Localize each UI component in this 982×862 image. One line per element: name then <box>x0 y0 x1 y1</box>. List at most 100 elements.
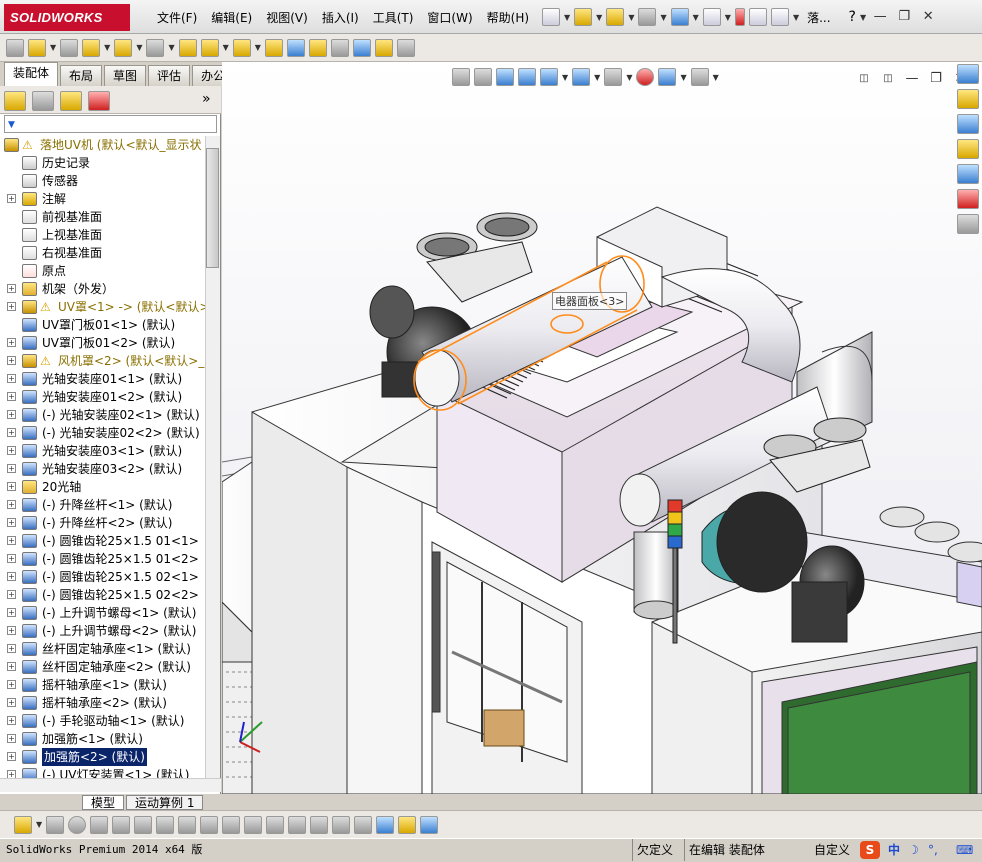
ime-punct-icon[interactable]: °, <box>928 839 938 861</box>
expand-toggle-icon[interactable]: + <box>7 302 16 311</box>
display-manager-tab-icon[interactable] <box>88 91 110 111</box>
trim-icon[interactable] <box>134 815 153 834</box>
chamfer-icon[interactable] <box>200 815 219 834</box>
linear-pattern-icon[interactable] <box>82 38 101 57</box>
solidworks-resources-icon[interactable] <box>957 64 979 84</box>
close-button[interactable]: ✕ <box>918 8 938 26</box>
tab-evaluate[interactable]: 评估 <box>148 65 191 86</box>
clearance-verification-icon[interactable] <box>374 38 393 57</box>
tree-item[interactable]: 历史记录 <box>0 154 205 172</box>
ime-language[interactable]: 中 <box>888 839 900 861</box>
insert-component-icon[interactable] <box>6 38 24 57</box>
expand-toggle-icon[interactable]: + <box>7 500 16 509</box>
file-explorer-icon[interactable] <box>957 139 979 159</box>
expand-toggle-icon[interactable]: + <box>7 446 16 455</box>
traffic-light-icon[interactable] <box>734 8 745 26</box>
restore-button[interactable]: ❐ <box>894 8 914 26</box>
print-icon[interactable] <box>638 8 657 26</box>
expand-toggle-icon[interactable]: + <box>7 608 16 617</box>
tree-item[interactable]: + 光轴安装座03<1> (默认) <box>0 442 205 460</box>
tree-item[interactable]: + 丝杆固定轴承座<2> (默认) <box>0 658 205 676</box>
dimension-icon[interactable] <box>288 815 307 834</box>
tree-item[interactable]: + 光轴安装座01<2> (默认) <box>0 388 205 406</box>
expand-toggle-icon[interactable]: + <box>7 752 16 761</box>
tree-item[interactable]: 前视基准面 <box>0 208 205 226</box>
relations-icon[interactable] <box>310 815 329 834</box>
expand-toggle-icon[interactable]: + <box>7 770 16 778</box>
expand-toggle-icon[interactable]: + <box>7 662 16 671</box>
expand-toggle-icon[interactable]: + <box>7 680 16 689</box>
box-icon[interactable] <box>354 815 373 834</box>
tab-model[interactable]: 模型 <box>82 794 125 810</box>
shaded-cube-icon[interactable] <box>376 815 395 834</box>
tree-item[interactable]: + 注解 <box>0 190 205 208</box>
tree-item[interactable]: + (-) 圆锥齿轮25×1.5 02<1> <box>0 568 205 586</box>
custom-properties-icon[interactable] <box>957 214 979 234</box>
appearances-icon[interactable] <box>957 189 979 209</box>
tree-item[interactable]: + 丝杆固定轴承座<1> (默认) <box>0 640 205 658</box>
tree-item[interactable]: + 摇杆轴承座<2> (默认) <box>0 694 205 712</box>
expand-toggle-icon[interactable] <box>7 230 16 239</box>
minimize-button[interactable]: — <box>870 8 890 26</box>
expand-toggle-icon[interactable]: + <box>7 572 16 581</box>
tree-item[interactable]: + (-) UV灯安装置<1> (默认) <box>0 766 205 778</box>
rebuild-warning-icon[interactable] <box>606 8 625 26</box>
tree-item[interactable]: + (-) 圆锥齿轮25×1.5 01<1> <box>0 532 205 550</box>
expand-toggle-icon[interactable]: + <box>7 284 16 293</box>
angle-icon[interactable] <box>156 815 175 834</box>
reference-geometry-icon[interactable] <box>232 38 251 57</box>
tree-item[interactable]: + (-) 光轴安装座02<2> (默认) <box>0 424 205 442</box>
property-manager-tab-icon[interactable] <box>32 91 54 111</box>
expand-toggle-icon[interactable]: + <box>7 518 16 527</box>
expand-toggle-icon[interactable]: + <box>7 374 16 383</box>
expand-toggle-icon[interactable]: + <box>7 590 16 599</box>
keyboard-icon[interactable]: ⌨ <box>956 839 973 861</box>
tree-item[interactable]: + (-) 光轴安装座02<1> (默认) <box>0 406 205 424</box>
tree-item[interactable]: + 机架（外发） <box>0 280 205 298</box>
menu-view[interactable]: 视图(V) <box>259 9 315 26</box>
centerline-icon[interactable] <box>266 815 285 834</box>
expand-toggle-icon[interactable]: + <box>7 464 16 473</box>
expand-toggle-icon[interactable]: + <box>7 698 16 707</box>
bill-of-materials-icon[interactable] <box>286 38 305 57</box>
tree-item[interactable]: + 摇杆轴承座<1> (默认) <box>0 676 205 694</box>
tree-item[interactable]: + (-) 升降丝杆<2> (默认) <box>0 514 205 532</box>
tree-item[interactable]: + 加强筋<1> (默认) <box>0 730 205 748</box>
assembly-3d-model[interactable] <box>222 62 982 794</box>
tree-item[interactable]: 传感器 <box>0 172 205 190</box>
sketch-line-icon[interactable] <box>222 815 241 834</box>
interference-detection-icon[interactable] <box>352 38 371 57</box>
tree-item[interactable]: + ⚠ UV罩<1> -> (默认<默认>_ <box>0 298 205 316</box>
expand-toggle-icon[interactable]: + <box>7 536 16 545</box>
expand-toggle-icon[interactable]: + <box>7 356 16 365</box>
tree-item[interactable]: + 加强筋<2> (默认) <box>0 748 205 766</box>
polygon-icon[interactable] <box>112 815 131 834</box>
tree-item[interactable]: + (-) 上升调节螺母<2> (默认) <box>0 622 205 640</box>
tree-item[interactable]: + ⚠ 风机罩<2> (默认<默认>_显 <box>0 352 205 370</box>
units-custom[interactable]: 自定义 <box>814 839 850 861</box>
mate-icon[interactable] <box>28 38 46 57</box>
corner-rectangle-icon[interactable] <box>244 815 263 834</box>
expand-toggle-icon[interactable] <box>7 248 16 257</box>
paperclip-icon[interactable] <box>60 38 79 57</box>
tree-scroll-thumb[interactable] <box>206 148 219 268</box>
tree-item[interactable]: + (-) 圆锥齿轮25×1.5 01<2> <box>0 550 205 568</box>
tree-item[interactable]: UV罩门板01<1> (默认) <box>0 316 205 334</box>
expand-toggle-icon[interactable] <box>7 320 16 329</box>
tree-filter-field[interactable]: ▼ <box>4 115 217 133</box>
tree-item[interactable]: + (-) 升降丝杆<1> (默认) <box>0 496 205 514</box>
tree-item[interactable]: 原点 <box>0 262 205 280</box>
tree-item[interactable]: 右视基准面 <box>0 244 205 262</box>
annotation-toolbar-icon[interactable] <box>14 815 32 834</box>
smart-fasteners-icon[interactable] <box>114 38 133 57</box>
new-motion-study-icon[interactable] <box>264 38 283 57</box>
instant3d-icon[interactable] <box>396 38 415 57</box>
collapse-panel-icon[interactable]: » <box>202 91 211 107</box>
measure-angle-icon[interactable] <box>332 815 351 834</box>
expand-toggle-icon[interactable] <box>7 266 16 275</box>
menu-window[interactable]: 窗口(W) <box>420 9 479 26</box>
menu-tools[interactable]: 工具(T) <box>366 9 421 26</box>
options-icon[interactable] <box>770 8 789 26</box>
tab-motion-study[interactable]: 运动算例 1 <box>126 794 204 810</box>
tree-item[interactable]: + 光轴安装座01<1> (默认) <box>0 370 205 388</box>
